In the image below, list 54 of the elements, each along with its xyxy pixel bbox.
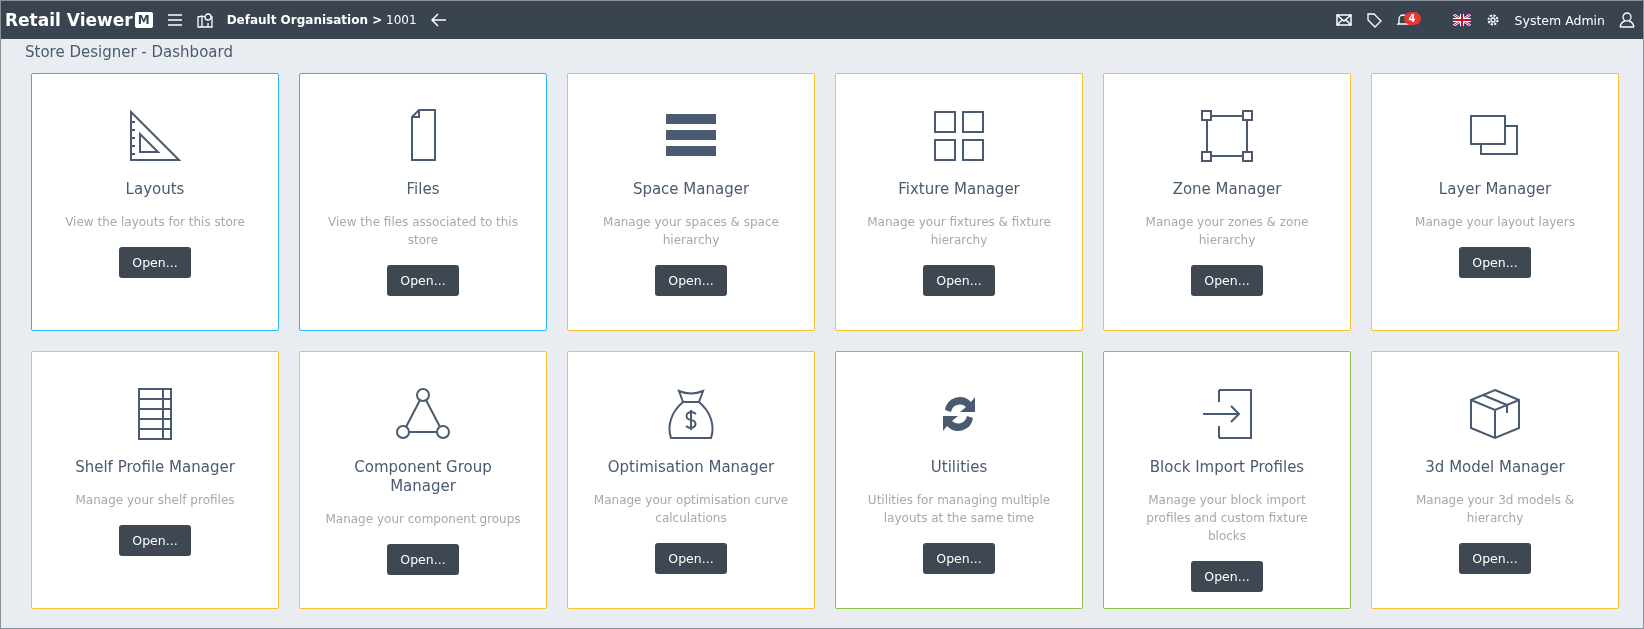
card-title: Optimisation Manager (607, 458, 775, 477)
open-button[interactable]: Open... (655, 543, 727, 574)
back-arrow-icon[interactable] (430, 13, 447, 27)
card-title: Layouts (125, 180, 185, 199)
card-title: Utilities (930, 458, 988, 477)
open-button[interactable]: Open... (387, 265, 459, 296)
card-title: 3d Model Manager (1425, 458, 1565, 477)
card-title: Zone Manager (1172, 180, 1282, 199)
card-description: Manage your layout layers (1415, 214, 1575, 231)
map-pin-icon[interactable] (196, 12, 213, 28)
page-title: Store Designer - Dashboard (24, 42, 234, 63)
card-description: Manage your spaces & space hierarchy (602, 214, 780, 249)
card-description: Manage your zones & zone hierarchy (1144, 214, 1310, 249)
card-description: Manage your optimisation curve calculations (592, 492, 790, 527)
open-button[interactable]: Open... (387, 544, 459, 575)
open-button[interactable]: Open... (923, 265, 995, 296)
open-button[interactable]: Open... (119, 525, 191, 556)
menu-icon[interactable] (166, 13, 183, 27)
grid-icon (931, 108, 987, 164)
bell-icon[interactable] (1395, 13, 1410, 27)
tag-icon[interactable] (1365, 12, 1382, 28)
card-title: Component Group Manager (353, 458, 493, 496)
card-description: Manage your fixtures & fixture hierarchy (866, 214, 1052, 249)
flag-icon[interactable] (1452, 14, 1471, 26)
user-name[interactable]: System Admin (1514, 12, 1605, 28)
user-icon[interactable] (1619, 12, 1635, 28)
card-title: Files (406, 180, 440, 199)
card-title: Space Manager (632, 180, 750, 199)
selection-square-icon (1199, 108, 1255, 164)
card-description: Manage your component groups (325, 511, 521, 528)
card-description: Manage your 3d models & hierarchy (1414, 492, 1576, 527)
card-description: View the layouts for this store (65, 214, 245, 231)
open-button[interactable]: Open... (655, 265, 727, 296)
breadcrumb[interactable]: Default Organisation > 1001 (226, 13, 417, 27)
card-description: Manage your shelf profiles (75, 492, 235, 509)
open-button[interactable]: Open... (119, 247, 191, 278)
card-description: Manage your block import profiles and custom fixture blocks (1145, 492, 1309, 545)
node-triangle-icon (395, 386, 451, 442)
card-title: Layer Manager (1438, 180, 1552, 199)
card-description: View the files associated to this store (327, 214, 519, 249)
logo-mark: M (134, 12, 153, 28)
mail-icon[interactable] (1335, 14, 1352, 26)
open-button[interactable]: Open... (1459, 247, 1531, 278)
notification-badge: 4 (1403, 11, 1421, 25)
open-button[interactable]: Open... (1459, 543, 1531, 574)
box-icon (1467, 386, 1523, 442)
card-title: Block Import Profiles (1149, 458, 1305, 477)
card-description: Utilities for managing multiple layouts at the same time (866, 492, 1052, 527)
open-button[interactable]: Open... (1191, 265, 1263, 296)
open-button[interactable]: Open... (1191, 561, 1263, 592)
card-title: Fixture Manager (898, 180, 1020, 199)
open-button[interactable]: Open... (923, 543, 995, 574)
app-logo[interactable]: Retail Viewer (5, 10, 133, 30)
card-title: Shelf Profile Manager (75, 458, 235, 477)
